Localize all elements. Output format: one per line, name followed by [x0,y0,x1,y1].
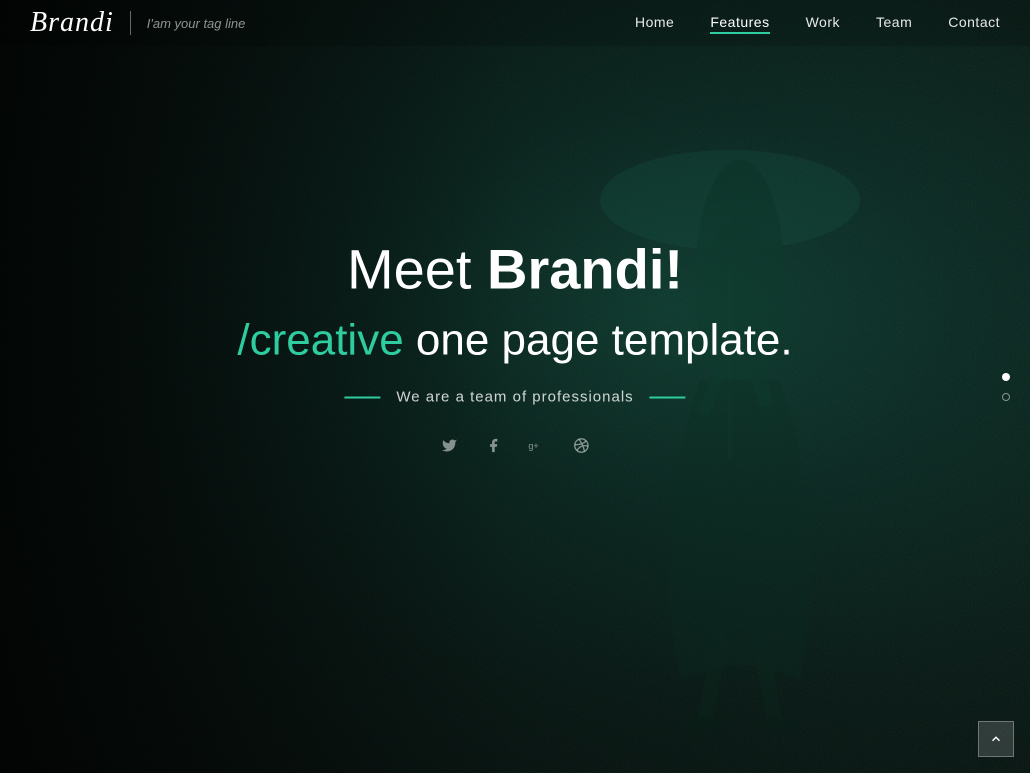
hero-title: Meet Brandi! [237,235,792,302]
nav-item-contact[interactable]: Contact [948,14,1000,32]
twitter-icon[interactable] [437,434,461,458]
hero-section: Brandi I'am your tag line Home Features … [0,0,1030,773]
logo[interactable]: Brandi [30,7,114,39]
scroll-dots [1002,373,1010,401]
hero-tagline-container: We are a team of professionals [237,389,792,406]
svg-text:g+: g+ [528,441,538,451]
scroll-dot-1[interactable] [1002,373,1010,381]
dribbble-icon[interactable] [569,434,593,458]
nav-link-work[interactable]: Work [806,14,840,30]
nav-item-team[interactable]: Team [876,14,912,32]
nav-item-work[interactable]: Work [806,14,840,32]
nav-item-home[interactable]: Home [635,14,674,32]
hero-subtitle-rest: one page template. [404,315,793,364]
navbar: Brandi I'am your tag line Home Features … [0,0,1030,46]
nav-links: Home Features Work Team Contact [635,14,1000,32]
hero-title-bold: Brandi! [487,237,683,300]
tagline-line-left [344,396,380,398]
hero-tagline-text: We are a team of professionals [396,389,633,406]
facebook-icon[interactable] [481,434,505,458]
hero-content: Meet Brandi! /creative one page template… [237,235,792,458]
nav-link-home[interactable]: Home [635,14,674,30]
nav-link-contact[interactable]: Contact [948,14,1000,30]
scroll-dot-2[interactable] [1002,393,1010,401]
tagline-line-right [650,396,686,398]
googleplus-icon[interactable]: g+ [525,434,549,458]
social-icons: g+ [237,434,792,458]
hero-subtitle-accent: /creative [237,315,403,364]
nav-link-team[interactable]: Team [876,14,912,30]
hero-subtitle: /creative one page template. [237,314,792,367]
nav-item-features[interactable]: Features [710,14,769,32]
tagline: I'am your tag line [147,16,246,31]
nav-link-features[interactable]: Features [710,14,769,34]
logo-divider [130,11,131,35]
scroll-up-button[interactable] [978,721,1014,757]
